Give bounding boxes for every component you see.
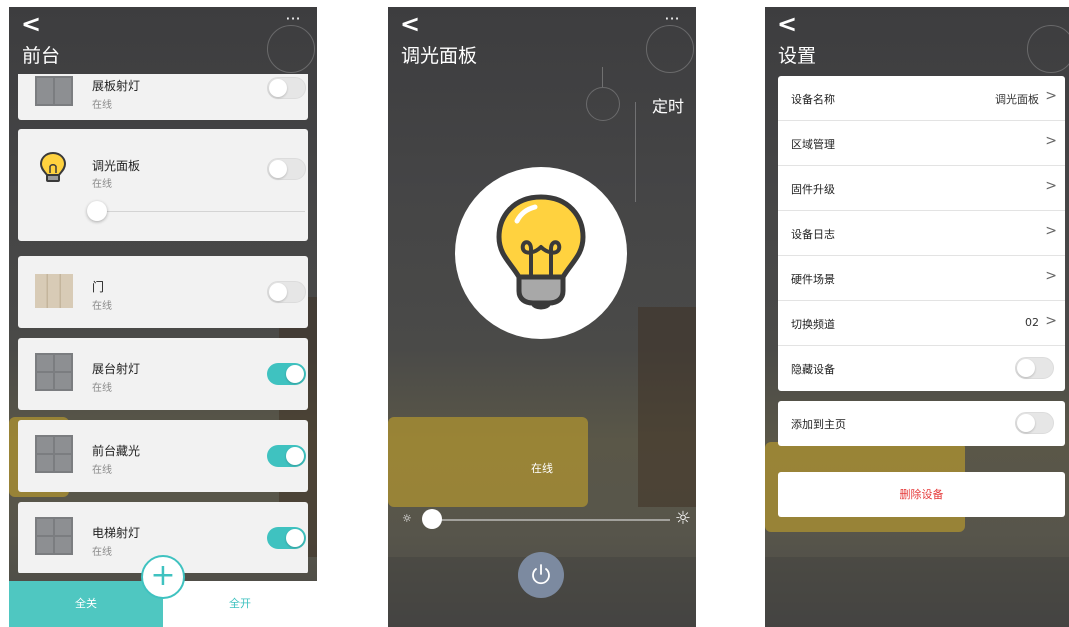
device-name: 展板射灯 bbox=[92, 79, 141, 93]
device-card[interactable]: 前台藏光 在线 bbox=[18, 420, 308, 492]
power-icon bbox=[532, 564, 550, 585]
row-value: 02 bbox=[1025, 316, 1039, 329]
page-title: 调光面板 bbox=[401, 45, 478, 67]
chevron-right-icon: > bbox=[1045, 178, 1057, 194]
settings-group: 添加到主页 bbox=[778, 401, 1065, 446]
settings-row-device-name[interactable]: 设备名称 调光面板 > bbox=[778, 76, 1065, 121]
device-name: 电梯射灯 bbox=[92, 526, 141, 540]
switch-panel-icon bbox=[35, 435, 73, 473]
device-status: 在线 bbox=[92, 547, 112, 558]
pendant-lamp-decoration bbox=[586, 87, 620, 121]
device-name: 前台藏光 bbox=[92, 444, 141, 458]
chevron-right-icon: > bbox=[1045, 223, 1057, 239]
slider-knob[interactable] bbox=[87, 201, 107, 221]
row-label: 添加到主页 bbox=[791, 418, 846, 431]
device-status: 在线 bbox=[92, 100, 112, 111]
settings-group: 设备名称 调光面板 > 区域管理 > 固件升级 > 设备日志 > 硬件场景 > … bbox=[778, 76, 1065, 391]
timer-button[interactable]: 定时 bbox=[652, 93, 684, 117]
row-label: 固件升级 bbox=[791, 183, 835, 196]
row-label: 隐藏设备 bbox=[791, 363, 835, 376]
door-icon bbox=[35, 274, 73, 308]
settings-row-log[interactable]: 设备日志 > bbox=[778, 211, 1065, 256]
brightness-slider[interactable] bbox=[422, 509, 670, 529]
navbar: < 设置 bbox=[765, 7, 1069, 75]
row-label: 区域管理 bbox=[791, 138, 835, 151]
settings-screen: < 设置 设备名称 调光面板 > 区域管理 > 固件升级 > 设备日志 > 硬件… bbox=[765, 7, 1069, 627]
chevron-right-icon: > bbox=[1045, 268, 1057, 284]
light-bulb-icon bbox=[496, 194, 586, 310]
device-toggle[interactable] bbox=[267, 77, 306, 99]
device-status: 在线 bbox=[92, 383, 112, 394]
navbar: < ··· 调光面板 bbox=[388, 7, 696, 75]
device-toggle[interactable] bbox=[267, 158, 306, 180]
back-icon[interactable]: < bbox=[21, 11, 41, 37]
page-title: 设置 bbox=[778, 45, 817, 67]
chevron-right-icon: > bbox=[1045, 88, 1057, 104]
device-name: 调光面板 bbox=[92, 159, 141, 173]
more-icon[interactable]: ··· bbox=[281, 11, 305, 31]
hide-device-toggle[interactable] bbox=[1015, 357, 1054, 379]
settings-row-add-home: 添加到主页 bbox=[778, 401, 1065, 446]
device-name: 门 bbox=[92, 280, 105, 294]
device-toggle[interactable] bbox=[267, 363, 306, 385]
delete-device-button[interactable]: 删除设备 bbox=[778, 472, 1065, 517]
device-name: 展台射灯 bbox=[92, 362, 141, 376]
add-device-button[interactable]: + bbox=[141, 555, 185, 599]
device-status: 在线 bbox=[92, 179, 112, 190]
device-toggle[interactable] bbox=[267, 445, 306, 467]
device-status: 在线 bbox=[531, 462, 553, 475]
brightness-slider[interactable] bbox=[87, 201, 305, 221]
power-button[interactable] bbox=[518, 552, 564, 598]
settings-row-hide-device: 隐藏设备 bbox=[778, 346, 1065, 391]
lamp-cord-decoration bbox=[635, 102, 636, 202]
device-list-screen: < ··· 前台 展板射灯 在线 调光面板 在线 门 在线 展台射灯 在线 前台… bbox=[9, 7, 317, 627]
switch-panel-icon bbox=[35, 353, 73, 391]
page-title: 前台 bbox=[22, 45, 61, 67]
settings-row-area[interactable]: 区域管理 > bbox=[778, 121, 1065, 166]
settings-row-channel[interactable]: 切换频道 02 > bbox=[778, 301, 1065, 346]
chevron-right-icon: > bbox=[1045, 313, 1057, 329]
device-card[interactable]: 展台射灯 在线 bbox=[18, 338, 308, 410]
light-bulb-icon bbox=[38, 151, 68, 183]
device-card[interactable]: 门 在线 bbox=[18, 256, 308, 328]
switch-panel-icon bbox=[35, 76, 73, 106]
back-icon[interactable]: < bbox=[400, 11, 420, 37]
device-card[interactable]: 调光面板 在线 bbox=[18, 129, 308, 241]
add-home-toggle[interactable] bbox=[1015, 412, 1054, 434]
dim-brightness-icon: ☼ bbox=[402, 512, 412, 525]
max-brightness-icon: ☼ bbox=[674, 508, 691, 529]
navbar: < ··· 前台 bbox=[9, 7, 317, 75]
settings-row-hardware-scene[interactable]: 硬件场景 > bbox=[778, 256, 1065, 301]
row-label: 切换频道 bbox=[791, 318, 835, 331]
back-icon[interactable]: < bbox=[777, 11, 797, 37]
device-toggle[interactable] bbox=[267, 527, 306, 549]
device-status: 在线 bbox=[92, 465, 112, 476]
settings-row-firmware[interactable]: 固件升级 > bbox=[778, 166, 1065, 211]
device-card[interactable]: 展板射灯 在线 bbox=[18, 74, 308, 120]
row-value: 调光面板 bbox=[995, 93, 1039, 106]
row-label: 硬件场景 bbox=[791, 273, 835, 286]
floor-decoration bbox=[765, 557, 1069, 627]
chevron-right-icon: > bbox=[1045, 133, 1057, 149]
dimmer-control-screen: < ··· 调光面板 定时 在线 ☼ ☼ bbox=[388, 7, 696, 627]
more-icon[interactable]: ··· bbox=[660, 11, 684, 31]
row-label: 设备日志 bbox=[791, 228, 835, 241]
device-toggle[interactable] bbox=[267, 281, 306, 303]
slider-knob[interactable] bbox=[422, 509, 442, 529]
bulb-display[interactable] bbox=[455, 167, 627, 339]
switch-panel-icon bbox=[35, 517, 73, 555]
shelf-decoration bbox=[638, 307, 696, 507]
all-off-button[interactable]: 全关 bbox=[9, 581, 163, 627]
all-on-button[interactable]: 全开 bbox=[163, 581, 317, 627]
device-status: 在线 bbox=[92, 301, 112, 312]
row-label: 设备名称 bbox=[791, 93, 835, 106]
device-list[interactable]: 展板射灯 在线 调光面板 在线 门 在线 展台射灯 在线 前台藏光 在线 电梯射… bbox=[9, 74, 317, 573]
